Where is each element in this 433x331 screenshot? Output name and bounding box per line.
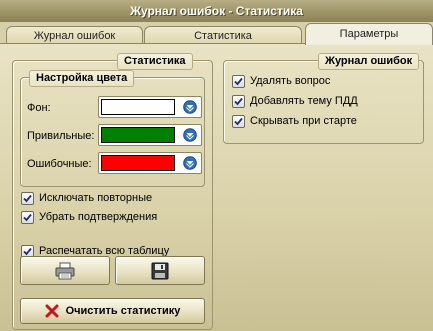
checkmark-icon[interactable]	[21, 191, 34, 205]
window-title: Журнал ошибок - Статистика	[0, 0, 433, 23]
clear-statistics-button[interactable]: Очистить статистику	[20, 298, 205, 324]
statistics-group: Статистика Настройка цвета Фон: Привильн…	[12, 53, 213, 330]
remove-confirmations-label: Убрать подтверждения	[39, 211, 158, 223]
clear-statistics-label: Очистить статистику	[65, 305, 181, 317]
background-color-swatch	[101, 99, 175, 115]
checkmark-icon[interactable]	[232, 74, 245, 88]
wrong-color-picker[interactable]	[98, 152, 202, 174]
error-log-group: Журнал ошибок Удалять вопрос Добавлять т…	[223, 53, 424, 144]
tab-strip: Журнал ошибок Статистика Параметры	[0, 22, 433, 45]
wrong-color-swatch	[101, 155, 175, 171]
checkmark-icon[interactable]	[21, 210, 34, 224]
chevron-down-icon[interactable]	[183, 128, 197, 142]
hide-on-start-checkbox[interactable]: Скрывать при старте	[232, 114, 357, 128]
hide-on-start-label: Скрывать при старте	[250, 115, 357, 127]
background-color-picker[interactable]	[98, 96, 202, 118]
print-button[interactable]	[20, 256, 110, 285]
chevron-down-icon[interactable]	[183, 156, 197, 170]
correct-color-label: Привильные:	[27, 130, 95, 142]
delete-question-label: Удалять вопрос	[250, 75, 331, 87]
remove-confirmations-checkbox[interactable]: Убрать подтверждения	[21, 210, 157, 224]
add-topic-checkbox[interactable]: Добавлять тему ПДД	[232, 94, 358, 108]
wrong-color-label: Ошибочные:	[27, 158, 92, 170]
color-settings-title: Настройка цвета	[29, 70, 135, 87]
add-topic-label: Добавлять тему ПДД	[250, 95, 358, 107]
correct-color-swatch	[101, 127, 175, 143]
exclude-duplicates-label: Исключать повторные	[39, 192, 153, 204]
printer-icon	[55, 262, 75, 279]
error-log-group-title: Журнал ошибок	[318, 53, 420, 70]
background-color-label: Фон:	[27, 102, 51, 114]
floppy-disk-icon	[151, 262, 169, 279]
red-x-icon	[45, 304, 59, 318]
statistics-group-title: Статистика	[117, 53, 193, 70]
checkmark-icon[interactable]	[232, 114, 245, 128]
delete-question-checkbox[interactable]: Удалять вопрос	[232, 74, 330, 88]
chevron-down-icon[interactable]	[183, 100, 197, 114]
tab-content: Статистика Настройка цвета Фон: Привильн…	[0, 43, 433, 331]
color-settings-group: Настройка цвета Фон: Привильные: Ошибочн…	[20, 70, 205, 187]
correct-color-picker[interactable]	[98, 124, 202, 146]
tab-parameters[interactable]: Параметры	[305, 23, 433, 45]
checkmark-icon[interactable]	[232, 94, 245, 108]
save-button[interactable]	[115, 256, 205, 285]
exclude-duplicates-checkbox[interactable]: Исключать повторные	[21, 191, 152, 205]
